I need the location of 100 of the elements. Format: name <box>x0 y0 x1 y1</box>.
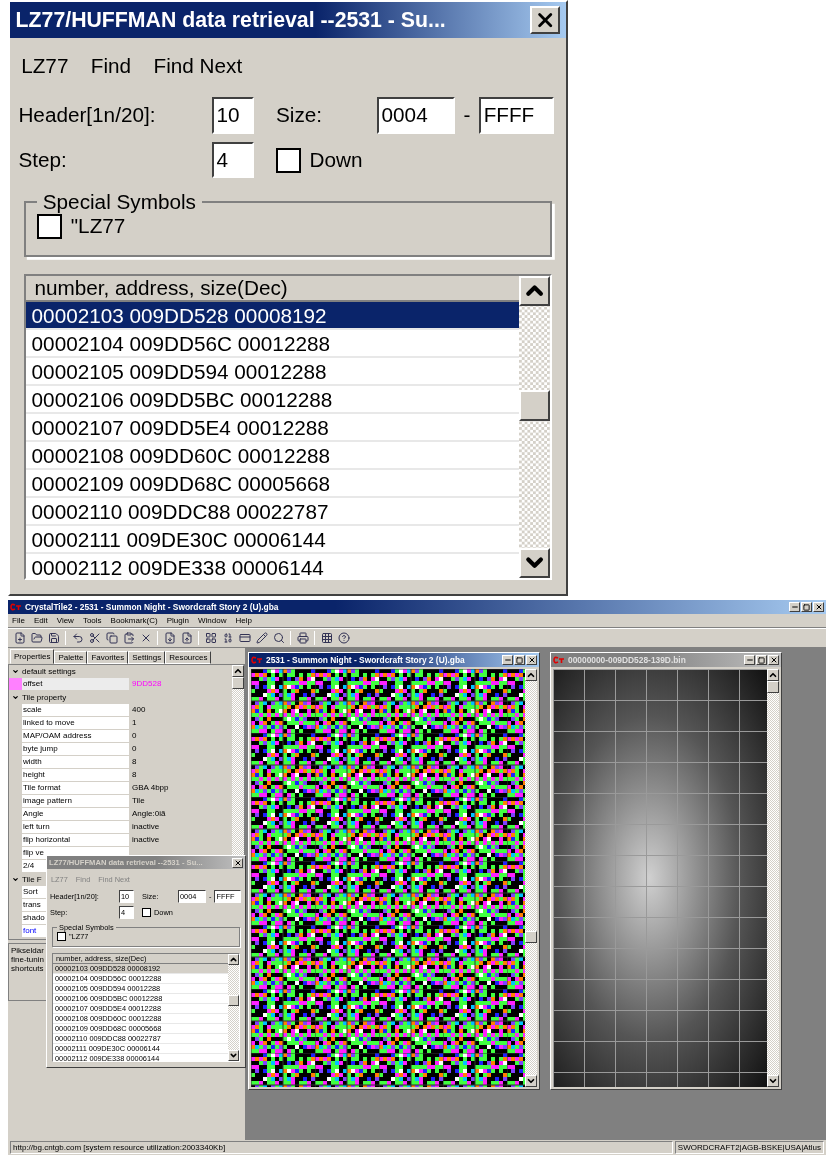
menu-item[interactable]: Help <box>235 616 252 625</box>
toolbar-button[interactable] <box>12 630 27 646</box>
scrollbar[interactable] <box>228 954 239 1061</box>
paste-icon <box>122 632 135 644</box>
property-label: scale <box>22 704 130 716</box>
minimize-button[interactable] <box>789 602 800 612</box>
menu-item[interactable]: Plugin <box>166 616 189 625</box>
file-down-icon <box>163 632 176 644</box>
down-checkbox[interactable] <box>275 147 302 173</box>
panel-tab[interactable]: Favorites <box>87 651 129 664</box>
property-value: inactive <box>131 821 161 833</box>
down-checkbox[interactable] <box>142 908 151 917</box>
scroll-up-button[interactable] <box>228 954 239 965</box>
toolbar-button[interactable] <box>271 630 286 646</box>
binary-icon <box>221 632 234 644</box>
list-row[interactable]: 00002103 009DD528 00008192 <box>26 301 520 330</box>
category-label: default settings <box>22 666 76 676</box>
scroll-down-button[interactable] <box>228 1050 239 1061</box>
menu-item[interactable]: File <box>12 616 25 625</box>
menu-item[interactable]: Tools <box>82 616 102 625</box>
menu-item[interactable]: Find Next <box>153 54 243 79</box>
property-label: flip horizontal <box>22 834 130 846</box>
lz77-label: "LZ77 <box>70 214 126 239</box>
toolbar-button[interactable] <box>87 630 102 646</box>
menu-item[interactable]: Bookmark(C) <box>110 616 158 625</box>
child-title: 2531 - Summon Night - Swordcraft Story 2 (U).gba <box>266 655 466 665</box>
close-button[interactable] <box>813 602 824 612</box>
toolbar-button[interactable] <box>162 630 177 646</box>
panel-tab[interactable]: Resources <box>165 651 212 664</box>
maximize-icon <box>758 656 765 664</box>
close-button[interactable] <box>529 6 561 35</box>
property-label: linked to move <box>22 717 130 729</box>
panel-tab[interactable]: Properties <box>10 649 55 664</box>
close-button[interactable] <box>768 655 779 665</box>
property-value: 8 <box>131 756 138 768</box>
description-line: shortcuts <box>11 964 44 973</box>
save-icon <box>47 632 60 644</box>
panel-tab[interactable]: Settings <box>128 651 166 664</box>
menu-item[interactable]: View <box>56 616 74 625</box>
maximize-button[interactable] <box>756 655 767 665</box>
toolbar-button[interactable] <box>203 630 218 646</box>
size-to-field[interactable]: FFFF <box>478 97 555 134</box>
toolbar-button[interactable] <box>295 630 310 646</box>
toolbar-button[interactable] <box>104 630 119 646</box>
scroll-up-button[interactable] <box>767 669 779 681</box>
expand-icon[interactable] <box>12 667 19 675</box>
toolbar-button[interactable] <box>179 630 194 646</box>
scroll-down-button[interactable] <box>767 1075 779 1087</box>
property-label: image pattern <box>22 795 130 807</box>
scroll-down-button[interactable] <box>525 1075 537 1087</box>
step-label: Step: <box>18 148 68 173</box>
scroll-thumb[interactable] <box>767 681 779 693</box>
expand-icon[interactable] <box>12 875 19 883</box>
scrollbar[interactable] <box>767 669 779 1087</box>
toolbar-button[interactable] <box>70 630 85 646</box>
close-button[interactable] <box>232 857 243 868</box>
minimize-button[interactable] <box>502 655 513 665</box>
scroll-down-button[interactable] <box>519 547 550 579</box>
expand-icon[interactable] <box>12 693 19 701</box>
maximize-button[interactable] <box>514 655 525 665</box>
scrollbar[interactable] <box>525 669 537 1087</box>
scroll-up-button[interactable] <box>232 665 244 677</box>
lz77-checkbox[interactable] <box>57 932 66 941</box>
scroll-thumb[interactable] <box>232 677 244 689</box>
property-value: 400 <box>131 704 147 716</box>
lz77-checkbox[interactable] <box>37 213 63 239</box>
toolbar-button[interactable] <box>46 630 61 646</box>
size-from-field[interactable]: 0004 <box>376 97 456 134</box>
undo-icon <box>71 632 84 644</box>
header-field[interactable]: 10 <box>211 97 254 134</box>
scroll-thumb[interactable] <box>525 931 537 943</box>
toolbar-button[interactable] <box>254 630 269 646</box>
property-label: width <box>22 756 130 768</box>
minimize-button[interactable] <box>744 655 755 665</box>
scroll-up-button[interactable] <box>525 669 537 681</box>
close-button[interactable] <box>526 655 537 665</box>
maximize-icon <box>803 603 810 611</box>
menu-item[interactable]: Window <box>197 616 227 625</box>
scrollbar[interactable] <box>519 275 550 579</box>
toolbar-button[interactable] <box>336 630 351 646</box>
menu-item[interactable]: LZ77 <box>21 54 69 79</box>
step-field[interactable]: 4 <box>211 141 254 179</box>
logo-icon <box>251 656 263 664</box>
menu-item[interactable]: Find <box>90 54 132 79</box>
folder-icon <box>30 632 43 644</box>
menu-item[interactable]: Edit <box>33 616 48 625</box>
scroll-up-button[interactable] <box>519 275 550 307</box>
dialog-title: LZ77/HUFFMAN data retrieval --2531 - Su... <box>15 7 446 33</box>
scroll-thumb[interactable] <box>228 995 239 1006</box>
maximize-button[interactable] <box>801 602 812 612</box>
panel-tab[interactable]: Palette <box>54 651 88 664</box>
property-value: GBA 4bpp <box>131 782 170 794</box>
search-icon <box>272 632 285 644</box>
column-header[interactable]: number, address, size(Dec) <box>26 275 520 302</box>
toolbar-button[interactable] <box>29 630 44 646</box>
minimize-icon <box>503 656 512 664</box>
toolbar-button[interactable] <box>121 630 136 646</box>
scroll-thumb[interactable] <box>519 390 550 422</box>
minimize-icon <box>745 656 754 664</box>
toolbar-button[interactable] <box>319 630 334 646</box>
